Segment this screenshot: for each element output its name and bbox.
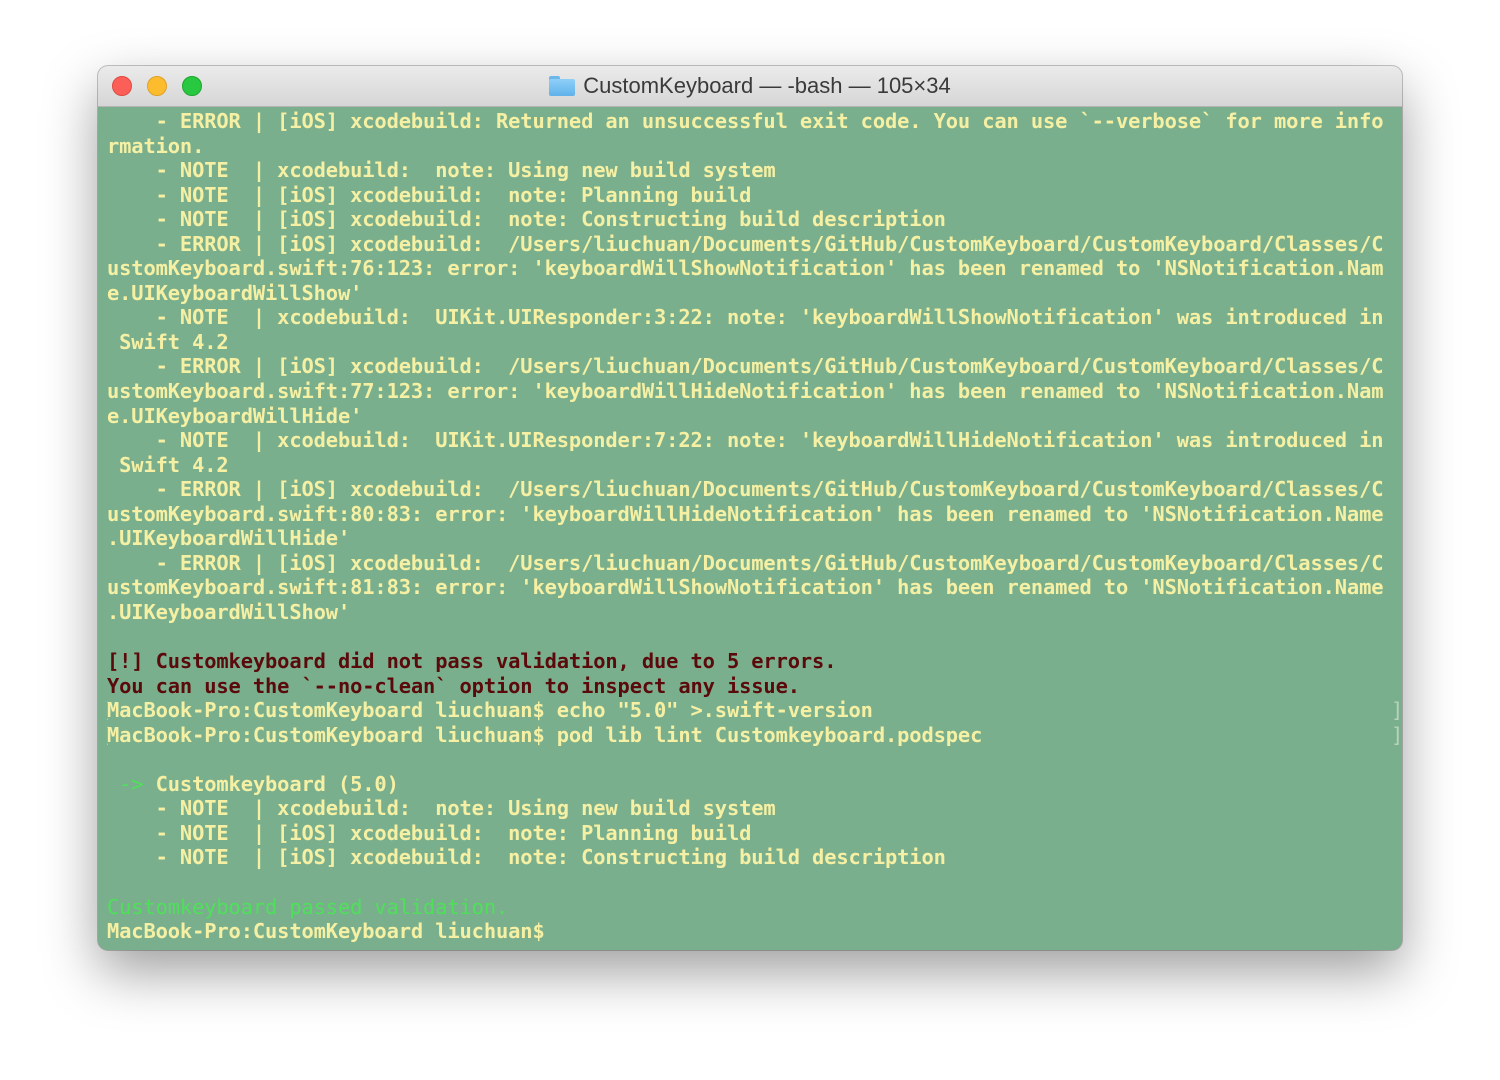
- terminal-output[interactable]: - ERROR | [iOS] xcodebuild: Returned an …: [98, 107, 1402, 950]
- pod-header-line: -> Customkeyboard (5.0): [107, 772, 1402, 797]
- mark-bracket-left: [: [107, 698, 111, 723]
- terminal-line: - NOTE | xcodebuild: UIKit.UIResponder:3…: [107, 305, 1384, 330]
- validation-error-line: [!] Customkeyboard did not pass validati…: [107, 649, 837, 674]
- window-title: CustomKeyboard — -bash — 105×34: [583, 73, 951, 98]
- command-text: MacBook-Pro:CustomKeyboard liuchuan$ ech…: [107, 698, 873, 723]
- validation-success-line: Customkeyboard passed validation.: [107, 894, 509, 919]
- terminal-line: - ERROR | [iOS] xcodebuild: /Users/liuch…: [107, 477, 1384, 502]
- command-line[interactable]: [MacBook-Pro:CustomKeyboard liuchuan$ po…: [107, 723, 1402, 748]
- terminal-line: - ERROR | [iOS] xcodebuild: /Users/liuch…: [107, 550, 1384, 575]
- terminal-line: - NOTE | [iOS] xcodebuild: note: Plannin…: [107, 182, 752, 207]
- terminal-window: CustomKeyboard — -bash — 105×34 - ERROR …: [98, 66, 1402, 950]
- command-text: MacBook-Pro:CustomKeyboard liuchuan$ pod…: [107, 722, 983, 747]
- terminal-line: .UIKeyboardWillShow': [107, 599, 351, 624]
- pod-header-text: Customkeyboard (5.0): [155, 771, 399, 796]
- terminal-line: Swift 4.2: [107, 329, 229, 354]
- terminal-line: - NOTE | xcodebuild: UIKit.UIResponder:7…: [107, 428, 1384, 453]
- validation-hint-line: You can use the `--no-clean` option to i…: [107, 673, 800, 698]
- terminal-line: - ERROR | [iOS] xcodebuild: /Users/liuch…: [107, 354, 1384, 379]
- shell-prompt[interactable]: MacBook-Pro:CustomKeyboard liuchuan$: [107, 919, 1402, 944]
- terminal-line: e.UIKeyboardWillShow': [107, 280, 363, 305]
- terminal-line: rmation.: [107, 133, 205, 158]
- terminal-line: .UIKeyboardWillHide': [107, 526, 351, 551]
- terminal-line: ustomKeyboard.swift:80:83: error: 'keybo…: [107, 501, 1384, 526]
- mark-bracket-right: ]: [1391, 722, 1402, 747]
- terminal-line: ustomKeyboard.swift:81:83: error: 'keybo…: [107, 575, 1384, 600]
- terminal-line: - ERROR | [iOS] xcodebuild: Returned an …: [107, 109, 1384, 133]
- terminal-line: - ERROR | [iOS] xcodebuild: /Users/liuch…: [107, 231, 1384, 256]
- terminal-line: Swift 4.2: [107, 452, 229, 477]
- terminal-line: ustomKeyboard.swift:76:123: error: 'keyb…: [107, 256, 1384, 281]
- terminal-line: ustomKeyboard.swift:77:123: error: 'keyb…: [107, 379, 1384, 404]
- terminal-line: - NOTE | [iOS] xcodebuild: note: Constru…: [107, 207, 946, 232]
- terminal-line: - NOTE | xcodebuild: note: Using new bui…: [107, 796, 776, 821]
- command-line[interactable]: [MacBook-Pro:CustomKeyboard liuchuan$ ec…: [107, 698, 1402, 723]
- terminal-line: e.UIKeyboardWillHide': [107, 403, 363, 428]
- window-title-bar: CustomKeyboard — -bash — 105×34: [98, 66, 1402, 106]
- arrow-icon: ->: [107, 771, 156, 796]
- folder-icon: [549, 76, 576, 96]
- mark-bracket-left: [: [107, 723, 111, 748]
- terminal-line: - NOTE | [iOS] xcodebuild: note: Plannin…: [107, 820, 752, 845]
- title-bar[interactable]: CustomKeyboard — -bash — 105×34: [98, 66, 1402, 107]
- mark-bracket-right: ]: [1391, 698, 1402, 723]
- terminal-line: - NOTE | xcodebuild: note: Using new bui…: [107, 158, 776, 183]
- terminal-line: - NOTE | [iOS] xcodebuild: note: Constru…: [107, 845, 946, 870]
